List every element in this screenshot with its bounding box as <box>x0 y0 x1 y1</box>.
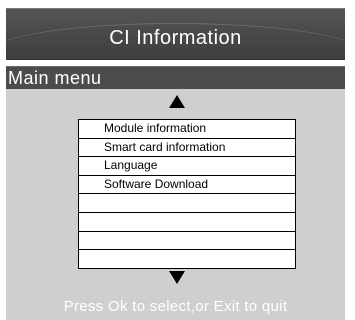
menu-list: Module information Smart card informatio… <box>78 119 296 269</box>
list-item-smart-card-information[interactable]: Smart card information <box>79 139 295 158</box>
list-item-empty <box>79 232 295 251</box>
menu-title: Main menu <box>8 68 102 88</box>
scroll-up-icon[interactable] <box>169 95 185 108</box>
scroll-down-icon[interactable] <box>169 271 185 284</box>
title-bar: CI Information <box>6 8 345 60</box>
list-item-language[interactable]: Language <box>79 157 295 176</box>
list-item-module-information[interactable]: Module information <box>79 120 295 139</box>
list-item-empty <box>79 194 295 213</box>
menu-header: Main menu <box>6 66 345 89</box>
menu-panel: Module information Smart card informatio… <box>6 89 345 320</box>
list-item-software-download[interactable]: Software Download <box>79 176 295 195</box>
footer-hint: Press Ok to select,or Exit to quit <box>63 298 288 315</box>
page-title: CI Information <box>109 27 242 49</box>
list-item-empty <box>79 213 295 232</box>
ci-information-screen: CI Information Main menu Module informat… <box>0 0 355 320</box>
list-item-empty <box>79 250 295 269</box>
